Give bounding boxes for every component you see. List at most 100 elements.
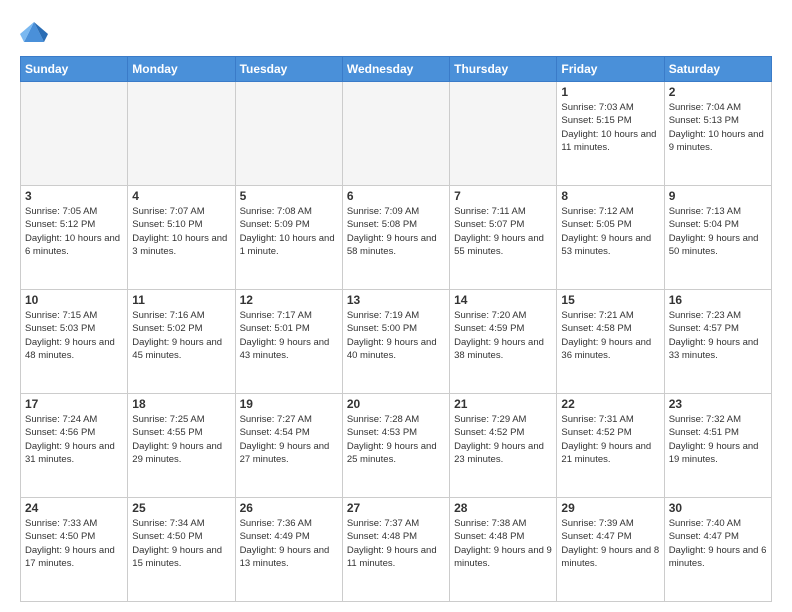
calendar-cell: 11 Sunrise: 7:16 AM Sunset: 5:02 PM Dayli… <box>128 290 235 394</box>
day-info: Sunrise: 7:11 AM Sunset: 5:07 PM Dayligh… <box>454 205 552 258</box>
day-info: Sunrise: 7:19 AM Sunset: 5:00 PM Dayligh… <box>347 309 445 362</box>
weekday-header-friday: Friday <box>557 57 664 82</box>
day-info: Sunrise: 7:28 AM Sunset: 4:53 PM Dayligh… <box>347 413 445 466</box>
day-number: 21 <box>454 397 552 411</box>
day-number: 13 <box>347 293 445 307</box>
calendar-cell <box>128 82 235 186</box>
weekday-header-tuesday: Tuesday <box>235 57 342 82</box>
calendar-cell: 7 Sunrise: 7:11 AM Sunset: 5:07 PM Daylig… <box>450 186 557 290</box>
day-info: Sunrise: 7:13 AM Sunset: 5:04 PM Dayligh… <box>669 205 767 258</box>
day-info: Sunrise: 7:09 AM Sunset: 5:08 PM Dayligh… <box>347 205 445 258</box>
calendar-cell: 9 Sunrise: 7:13 AM Sunset: 5:04 PM Daylig… <box>664 186 771 290</box>
calendar-cell: 18 Sunrise: 7:25 AM Sunset: 4:55 PM Dayli… <box>128 394 235 498</box>
day-info: Sunrise: 7:31 AM Sunset: 4:52 PM Dayligh… <box>561 413 659 466</box>
day-info: Sunrise: 7:38 AM Sunset: 4:48 PM Dayligh… <box>454 517 552 570</box>
calendar-header-row: SundayMondayTuesdayWednesdayThursdayFrid… <box>21 57 772 82</box>
day-number: 10 <box>25 293 123 307</box>
page: SundayMondayTuesdayWednesdayThursdayFrid… <box>0 0 792 612</box>
calendar-week-row: 24 Sunrise: 7:33 AM Sunset: 4:50 PM Dayli… <box>21 498 772 602</box>
day-number: 25 <box>132 501 230 515</box>
day-info: Sunrise: 7:33 AM Sunset: 4:50 PM Dayligh… <box>25 517 123 570</box>
calendar-week-row: 17 Sunrise: 7:24 AM Sunset: 4:56 PM Dayli… <box>21 394 772 498</box>
weekday-header-thursday: Thursday <box>450 57 557 82</box>
calendar-cell: 30 Sunrise: 7:40 AM Sunset: 4:47 PM Dayli… <box>664 498 771 602</box>
day-number: 23 <box>669 397 767 411</box>
day-info: Sunrise: 7:16 AM Sunset: 5:02 PM Dayligh… <box>132 309 230 362</box>
calendar-week-row: 10Sunrise: 7:15 AM Sunset: 5:03 PM Dayli… <box>21 290 772 394</box>
weekday-header-monday: Monday <box>128 57 235 82</box>
calendar-cell: 6 Sunrise: 7:09 AM Sunset: 5:08 PM Daylig… <box>342 186 449 290</box>
day-number: 9 <box>669 189 767 203</box>
day-number: 11 <box>132 293 230 307</box>
day-info: Sunrise: 7:24 AM Sunset: 4:56 PM Dayligh… <box>25 413 123 466</box>
calendar-cell: 14 Sunrise: 7:20 AM Sunset: 4:59 PM Dayli… <box>450 290 557 394</box>
day-number: 28 <box>454 501 552 515</box>
day-info: Sunrise: 7:34 AM Sunset: 4:50 PM Dayligh… <box>132 517 230 570</box>
day-info: Sunrise: 7:39 AM Sunset: 4:47 PM Dayligh… <box>561 517 659 570</box>
logo <box>20 20 50 48</box>
day-info: Sunrise: 7:03 AM Sunset: 5:15 PM Dayligh… <box>561 101 659 154</box>
calendar-cell: 10Sunrise: 7:15 AM Sunset: 5:03 PM Dayli… <box>21 290 128 394</box>
day-number: 24 <box>25 501 123 515</box>
day-info: Sunrise: 7:36 AM Sunset: 4:49 PM Dayligh… <box>240 517 338 570</box>
day-number: 18 <box>132 397 230 411</box>
calendar-cell: 16Sunrise: 7:23 AM Sunset: 4:57 PM Dayli… <box>664 290 771 394</box>
day-info: Sunrise: 7:25 AM Sunset: 4:55 PM Dayligh… <box>132 413 230 466</box>
calendar-cell: 26 Sunrise: 7:36 AM Sunset: 4:49 PM Dayli… <box>235 498 342 602</box>
calendar-cell: 1 Sunrise: 7:03 AM Sunset: 5:15 PM Daylig… <box>557 82 664 186</box>
day-number: 3 <box>25 189 123 203</box>
calendar-cell: 2 Sunrise: 7:04 AM Sunset: 5:13 PM Daylig… <box>664 82 771 186</box>
day-number: 6 <box>347 189 445 203</box>
calendar-cell: 22 Sunrise: 7:31 AM Sunset: 4:52 PM Dayli… <box>557 394 664 498</box>
day-number: 1 <box>561 85 659 99</box>
day-info: Sunrise: 7:05 AM Sunset: 5:12 PM Dayligh… <box>25 205 123 258</box>
day-number: 7 <box>454 189 552 203</box>
calendar-week-row: 1 Sunrise: 7:03 AM Sunset: 5:15 PM Daylig… <box>21 82 772 186</box>
calendar-cell: 23 Sunrise: 7:32 AM Sunset: 4:51 PM Dayli… <box>664 394 771 498</box>
day-info: Sunrise: 7:20 AM Sunset: 4:59 PM Dayligh… <box>454 309 552 362</box>
calendar-cell: 25 Sunrise: 7:34 AM Sunset: 4:50 PM Dayli… <box>128 498 235 602</box>
calendar-cell <box>235 82 342 186</box>
calendar-cell: 20 Sunrise: 7:28 AM Sunset: 4:53 PM Dayli… <box>342 394 449 498</box>
calendar-cell: 24 Sunrise: 7:33 AM Sunset: 4:50 PM Dayli… <box>21 498 128 602</box>
weekday-header-sunday: Sunday <box>21 57 128 82</box>
day-info: Sunrise: 7:32 AM Sunset: 4:51 PM Dayligh… <box>669 413 767 466</box>
calendar-cell: 3 Sunrise: 7:05 AM Sunset: 5:12 PM Daylig… <box>21 186 128 290</box>
day-number: 19 <box>240 397 338 411</box>
calendar-cell: 28 Sunrise: 7:38 AM Sunset: 4:48 PM Dayli… <box>450 498 557 602</box>
header <box>20 16 772 48</box>
day-number: 29 <box>561 501 659 515</box>
logo-icon <box>20 18 48 46</box>
day-info: Sunrise: 7:27 AM Sunset: 4:54 PM Dayligh… <box>240 413 338 466</box>
weekday-header-saturday: Saturday <box>664 57 771 82</box>
day-number: 15 <box>561 293 659 307</box>
day-info: Sunrise: 7:21 AM Sunset: 4:58 PM Dayligh… <box>561 309 659 362</box>
day-info: Sunrise: 7:37 AM Sunset: 4:48 PM Dayligh… <box>347 517 445 570</box>
day-number: 26 <box>240 501 338 515</box>
day-number: 27 <box>347 501 445 515</box>
calendar-cell <box>21 82 128 186</box>
calendar-cell <box>342 82 449 186</box>
day-number: 16 <box>669 293 767 307</box>
day-number: 2 <box>669 85 767 99</box>
day-number: 20 <box>347 397 445 411</box>
weekday-header-wednesday: Wednesday <box>342 57 449 82</box>
day-number: 17 <box>25 397 123 411</box>
calendar-cell: 13 Sunrise: 7:19 AM Sunset: 5:00 PM Dayli… <box>342 290 449 394</box>
day-info: Sunrise: 7:07 AM Sunset: 5:10 PM Dayligh… <box>132 205 230 258</box>
day-info: Sunrise: 7:17 AM Sunset: 5:01 PM Dayligh… <box>240 309 338 362</box>
day-number: 30 <box>669 501 767 515</box>
day-info: Sunrise: 7:40 AM Sunset: 4:47 PM Dayligh… <box>669 517 767 570</box>
day-number: 14 <box>454 293 552 307</box>
calendar-cell: 8 Sunrise: 7:12 AM Sunset: 5:05 PM Daylig… <box>557 186 664 290</box>
calendar-table: SundayMondayTuesdayWednesdayThursdayFrid… <box>20 56 772 602</box>
day-info: Sunrise: 7:12 AM Sunset: 5:05 PM Dayligh… <box>561 205 659 258</box>
day-info: Sunrise: 7:29 AM Sunset: 4:52 PM Dayligh… <box>454 413 552 466</box>
calendar-cell: 19 Sunrise: 7:27 AM Sunset: 4:54 PM Dayli… <box>235 394 342 498</box>
day-number: 22 <box>561 397 659 411</box>
day-number: 8 <box>561 189 659 203</box>
day-number: 5 <box>240 189 338 203</box>
calendar-cell <box>450 82 557 186</box>
calendar-cell: 27 Sunrise: 7:37 AM Sunset: 4:48 PM Dayli… <box>342 498 449 602</box>
day-info: Sunrise: 7:04 AM Sunset: 5:13 PM Dayligh… <box>669 101 767 154</box>
